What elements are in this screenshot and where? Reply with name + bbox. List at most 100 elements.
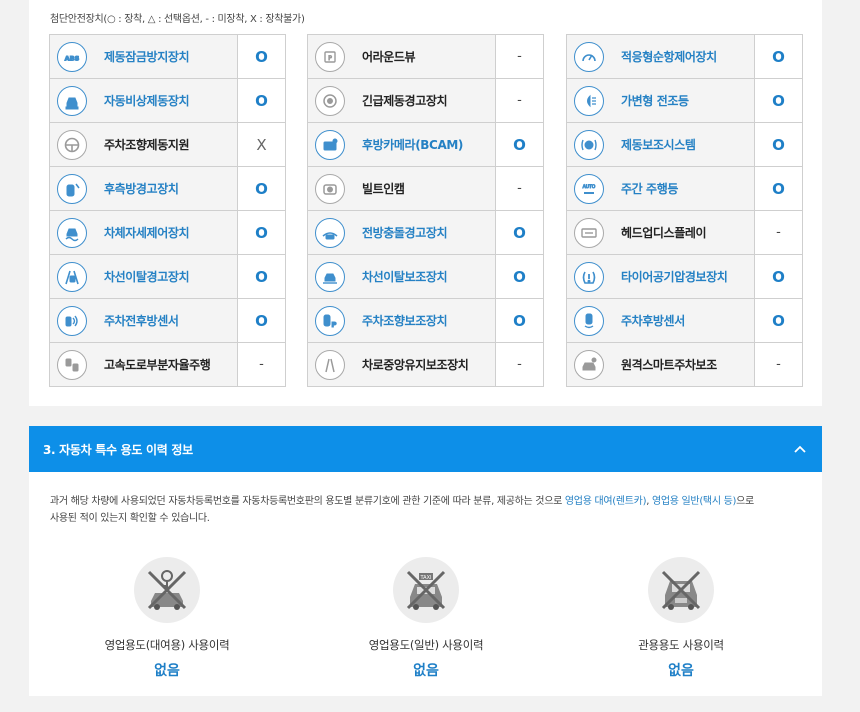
device-cell: P 주차조향보조장치 [308,299,496,342]
device-cell: 원격스마트주차보조 [567,343,755,386]
table-row: 차선이탈경고장치 O [50,255,285,299]
use-value: 없음 [668,663,694,679]
device-name: 주차조향제동지원 [104,138,190,152]
device-name: 어라운드뷰 [362,50,416,64]
device-status: O [772,135,785,154]
device-cell: 제동보조시스템 [567,123,755,166]
device-status-cell: - [755,343,802,386]
device-status: X [256,135,267,154]
brake-warning-icon [315,85,345,116]
device-status-cell: O [755,167,802,210]
use-label: 영업용도(일반) 사용이력 [368,638,484,652]
rental-highlight: 영업용 대여(렌트카) [564,496,647,507]
parking-assist-icon: P [315,305,345,336]
device-status: O [255,223,268,242]
forward-collision-icon [315,217,345,248]
device-cell: 긴급제동경고장치 [308,79,496,122]
device-cell: 차로중앙유지보조장치 [308,343,496,386]
table-row: P 어라운드뷰 - [308,35,543,79]
device-name: 차선이탈보조장치 [362,270,448,284]
device-status-cell: O [755,123,802,166]
table-row: 차로중앙유지보조장치 - [308,343,543,387]
device-status-cell: O [238,211,285,254]
table-row: 타이어공기압경보장치 O [567,255,802,299]
lane-center-icon [315,349,345,380]
device-status: O [772,267,785,286]
device-status-cell: - [496,167,543,210]
table-row: 차체자세제어장치 O [50,211,285,255]
device-status-cell: O [496,123,543,166]
adaptive-headlamp-icon [574,85,604,116]
device-status-cell: O [496,299,543,342]
table-row: 주차전후방센서 O [50,299,285,343]
device-status-cell: - [496,79,543,122]
device-cell: 차선이탈보조장치 [308,255,496,298]
device-name: 주차후방센서 [621,314,685,328]
device-cell: 주차조향제동지원 [50,123,238,166]
section-description: 과거 해당 차량에 사용되었던 자동차등록번호를 자동차등록번호판의 용도별 분… [50,496,754,524]
device-name: 차선이탈경고장치 [104,270,190,284]
device-status: - [517,93,522,108]
device-name: 주차전후방센서 [104,314,179,328]
chevron-up-icon[interactable] [792,441,808,457]
safety-device-table: P 어라운드뷰 - 긴급제동경고장치 - 후방카메라(BCAM) O 빌트인캠 - 전방충돌경고장… [307,34,544,387]
safety-device-table: ABS 제동잠금방지장치 O 자동비상제동장치 O 주차조향제동지원 X 후측방경고장치 O 차체… [49,34,286,387]
device-status: O [255,179,268,198]
device-status-cell: O [238,35,285,78]
table-row: 주차후방센서 O [567,299,802,343]
device-cell: P 어라운드뷰 [308,35,496,78]
device-status-cell: - [238,343,285,386]
device-name: 제동잠금방지장치 [104,50,190,64]
device-status: O [513,311,526,330]
rear-sensor-icon [574,305,604,336]
table-row: 차선이탈보조장치 O [308,255,543,299]
table-row: P 주차조향보조장치 O [308,299,543,343]
device-status: O [255,311,268,330]
device-status: O [513,223,526,242]
device-status: - [259,357,264,372]
table-row: 원격스마트주차보조 - [567,343,802,387]
device-status: O [513,135,526,154]
abs-icon: ABS [57,41,87,72]
emergency-brake-icon [57,85,87,116]
device-status: O [772,179,785,198]
drl-icon: AUTO [574,173,604,204]
device-name: 후방카메라(BCAM) [362,138,463,152]
device-name: 빌트인캠 [362,182,405,196]
device-status-cell: O [496,255,543,298]
stability-control-icon [57,217,87,248]
device-status: O [255,91,268,110]
rear-side-warning-icon [57,173,87,204]
device-status-cell: - [755,211,802,254]
device-cell: 고속도로부분자율주행 [50,343,238,386]
table-row: 자동비상제동장치 O [50,79,285,123]
device-status-cell: O [238,299,285,342]
use-label: 관용용도 사용이력 [638,638,724,652]
table-row: 빌트인캠 - [308,167,543,211]
table-row: 제동보조시스템 O [567,123,802,167]
device-cell: 자동비상제동장치 [50,79,238,122]
device-status: O [772,91,785,110]
device-cell: 전방충돌경고장치 [308,211,496,254]
device-name: 자동비상제동장치 [104,94,190,108]
device-name: 고속도로부분자율주행 [104,358,211,372]
section-header[interactable]: 3. 자동차 특수 용도 이력 정보 [29,426,822,472]
device-status: - [517,181,522,196]
safety-legend: 첨단안전장치(○ : 장착, △ : 선택옵션, - : 미장착, X : 장착… [50,14,305,25]
device-status-cell: O [755,79,802,122]
hud-icon [574,217,604,248]
table-row: 가변형 전조등 O [567,79,802,123]
table-row: 전방충돌경고장치 O [308,211,543,255]
use-label: 영업용도(대여용) 사용이력 [104,638,230,652]
government-use-history: 관용용도 사용이력 없음 [591,557,771,680]
device-name: 원격스마트주차보조 [621,358,717,372]
svg-text:ABS: ABS [65,54,80,62]
parking-sensor-icon [57,305,87,336]
government-car-icon [648,557,714,623]
lane-keep-assist-icon [315,261,345,292]
device-status: - [517,49,522,64]
device-name: 후측방경고장치 [104,182,179,196]
device-status-cell: X [238,123,285,166]
adaptive-cruise-icon [574,41,604,72]
lane-departure-icon [57,261,87,292]
